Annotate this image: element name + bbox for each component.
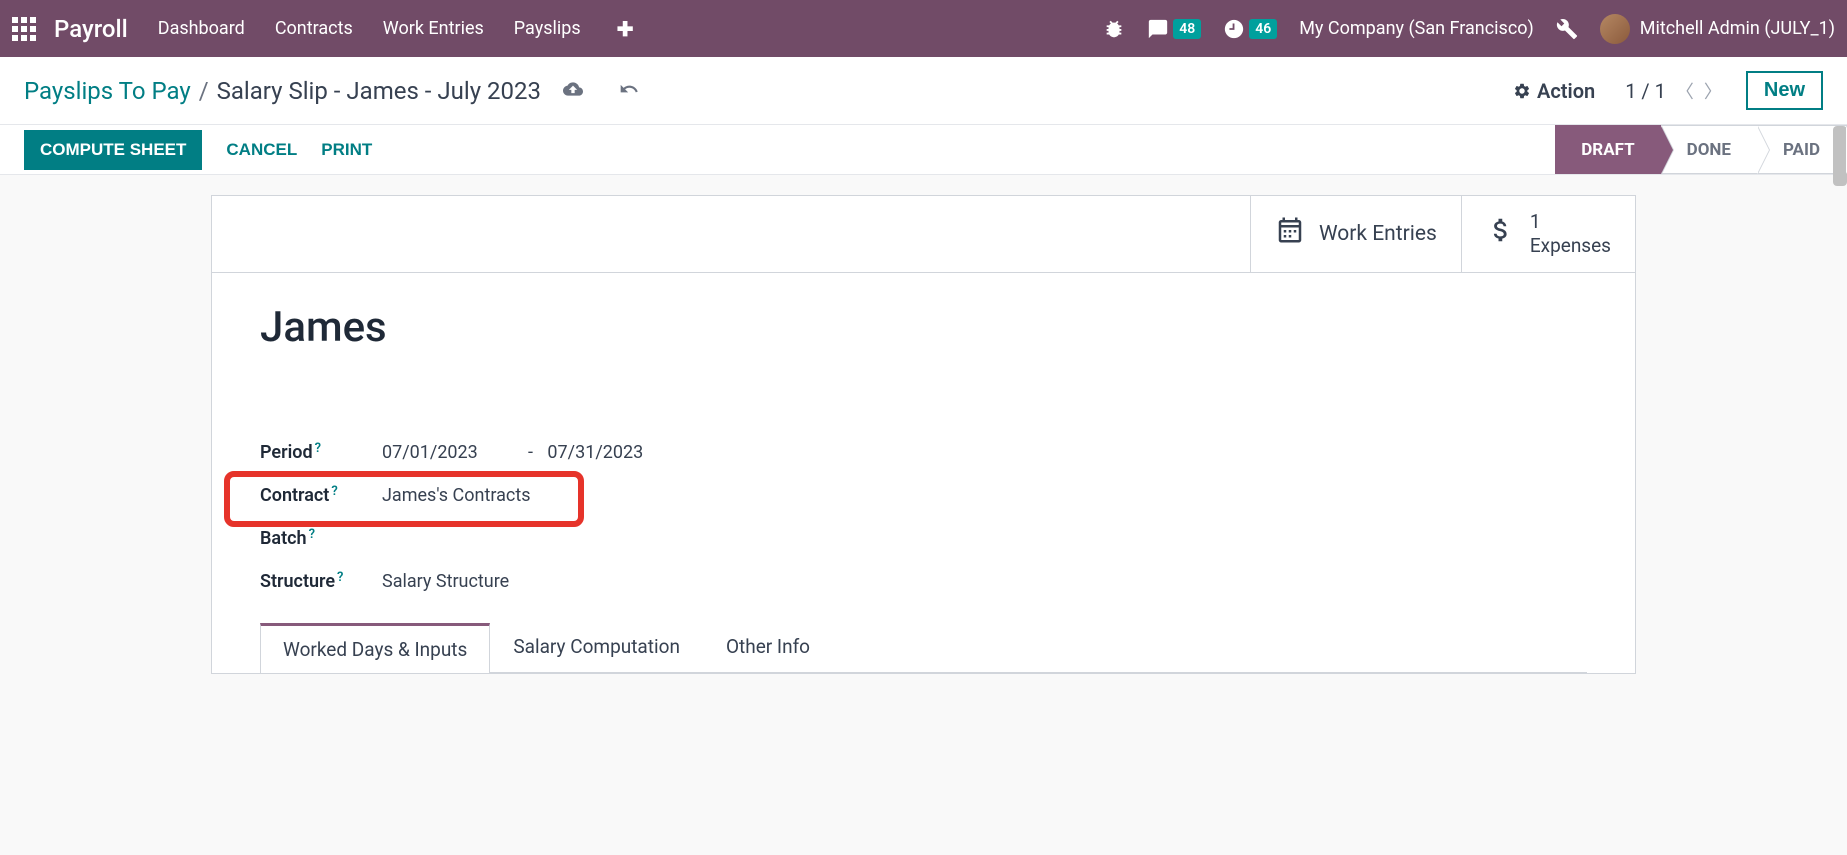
chat-icon [1147,18,1169,40]
compute-sheet-button[interactable]: COMPUTE SHEET [24,130,202,170]
activities-button[interactable]: 46 [1223,18,1277,40]
new-button[interactable]: New [1746,71,1823,110]
activities-badge: 46 [1249,19,1277,39]
field-structure: Structure? Salary Structure [260,571,1587,592]
menu-work-entries[interactable]: Work Entries [383,18,484,39]
stat-expenses-label: Expenses [1530,234,1611,258]
main-menu: Dashboard Contracts Work Entries Payslip… [158,17,634,41]
status-bar: DRAFT DONE PAID [1555,125,1847,174]
field-period: Period? 07/01/2023 - 07/31/2023 [260,442,1587,463]
app-title[interactable]: Payroll [54,15,128,43]
structure-value[interactable]: Salary Structure [382,571,509,592]
plus-icon[interactable]: ✚ [617,17,634,41]
batch-label: Batch [260,528,307,549]
contract-label: Contract [260,485,329,506]
pager: 1 / 1 〈 〉 [1625,78,1722,104]
calendar-icon [1275,215,1305,252]
status-done[interactable]: DONE [1661,125,1757,174]
action-label: Action [1537,79,1595,103]
pager-prev[interactable]: 〈 [1676,78,1694,104]
button-bar: COMPUTE SHEET CANCEL PRINT DRAFT DONE PA… [0,125,1847,175]
scrollbar[interactable] [1833,126,1847,186]
breadcrumb-separator: / [199,77,209,105]
messages-badge: 48 [1173,19,1201,39]
period-to[interactable]: 07/31/2023 [547,442,643,463]
field-batch: Batch? [260,528,1587,549]
period-label: Period [260,442,313,463]
stat-work-entries[interactable]: Work Entries [1250,196,1461,272]
help-icon[interactable]: ? [309,527,315,542]
pager-text: 1 / 1 [1625,79,1666,103]
avatar [1600,14,1630,44]
help-icon[interactable]: ? [337,570,343,585]
menu-payslips[interactable]: Payslips [514,18,581,39]
breadcrumb: Payslips To Pay / Salary Slip - James - … [24,77,639,105]
form-sheet: Work Entries 1 Expenses James Period? 07… [211,195,1636,674]
dollar-icon [1486,215,1516,252]
record-title: James [260,303,1587,352]
clock-icon [1223,18,1245,40]
tabs: Worked Days & Inputs Salary Computation … [260,622,1587,673]
messages-button[interactable]: 48 [1147,18,1201,40]
period-from[interactable]: 07/01/2023 [382,442,478,463]
structure-label: Structure [260,571,335,592]
stat-expenses[interactable]: 1 Expenses [1461,196,1635,272]
cloud-upload-icon[interactable] [563,77,583,105]
tab-salary-computation[interactable]: Salary Computation [490,622,703,672]
gear-icon [1513,82,1531,100]
stat-expenses-count: 1 [1530,210,1611,234]
action-button[interactable]: Action [1513,79,1595,103]
menu-dashboard[interactable]: Dashboard [158,18,245,39]
discard-icon[interactable] [619,77,639,105]
tab-worked-days[interactable]: Worked Days & Inputs [260,623,490,673]
stat-buttons: Work Entries 1 Expenses [212,196,1635,273]
top-navbar: Payroll Dashboard Contracts Work Entries… [0,0,1847,57]
user-menu[interactable]: Mitchell Admin (JULY_1) [1600,14,1835,44]
pager-next[interactable]: 〉 [1704,78,1722,104]
tools-icon[interactable] [1556,18,1578,40]
stat-work-entries-label: Work Entries [1319,222,1437,246]
apps-icon[interactable] [12,17,36,41]
contract-value[interactable]: James's Contracts [382,485,531,506]
breadcrumb-current: Salary Slip - James - July 2023 [217,77,541,105]
field-contract: Contract? James's Contracts [260,485,1587,506]
cancel-button[interactable]: CANCEL [226,140,297,160]
company-switcher[interactable]: My Company (San Francisco) [1299,18,1534,39]
breadcrumb-parent[interactable]: Payslips To Pay [24,77,191,105]
control-bar: Payslips To Pay / Salary Slip - James - … [0,57,1847,125]
help-icon[interactable]: ? [315,441,321,456]
help-icon[interactable]: ? [331,484,337,499]
print-button[interactable]: PRINT [321,140,372,160]
status-draft[interactable]: DRAFT [1555,125,1660,174]
menu-contracts[interactable]: Contracts [275,18,353,39]
user-name: Mitchell Admin (JULY_1) [1640,18,1835,39]
tab-other-info[interactable]: Other Info [703,622,833,672]
bug-icon[interactable] [1103,18,1125,40]
